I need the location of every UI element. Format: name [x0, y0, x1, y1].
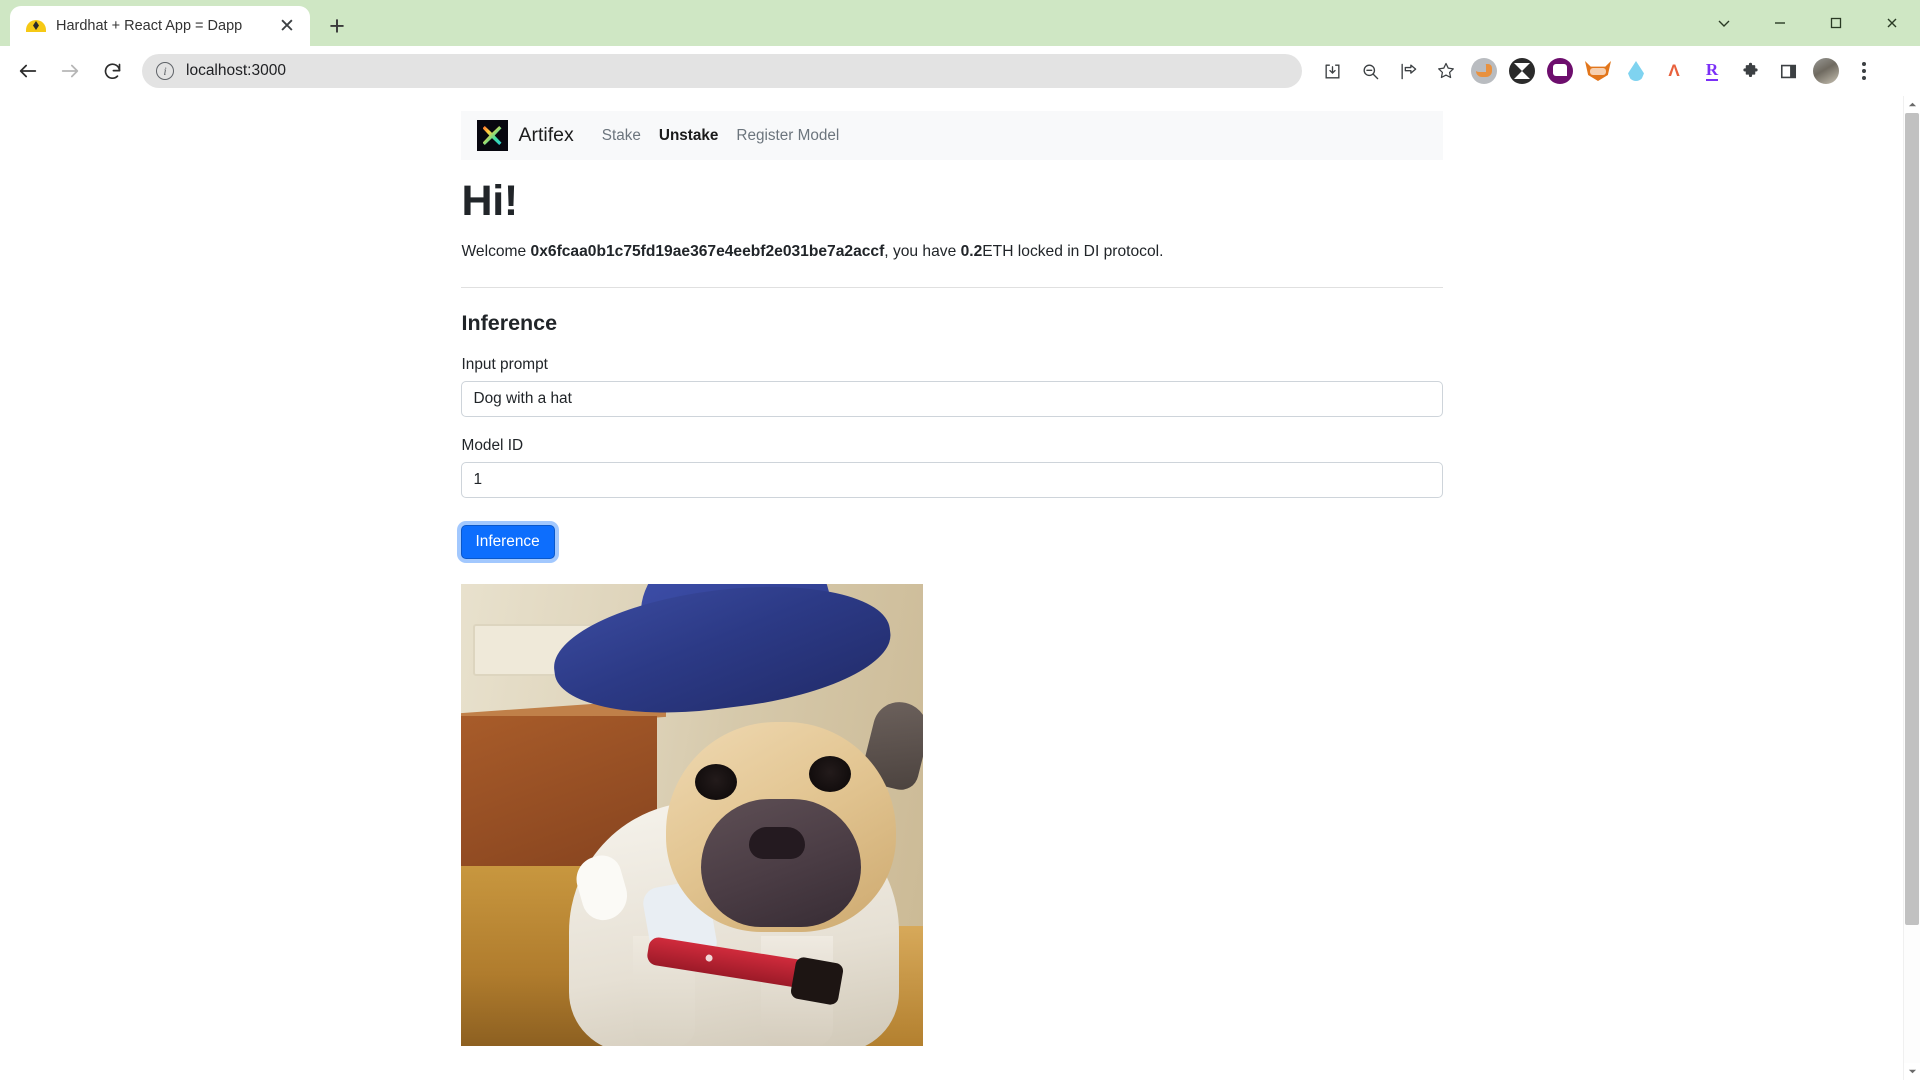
welcome-suffix: ETH locked in DI protocol. [982, 243, 1164, 260]
new-tab-button[interactable]: + [320, 9, 354, 43]
hardhat-icon [26, 16, 46, 36]
scroll-up-arrow-icon[interactable] [1904, 96, 1920, 113]
extensions-puzzle-icon[interactable] [1732, 53, 1768, 89]
brand-name: Artifex [518, 124, 574, 146]
page-container: Artifex Stake Unstake Register Model Hi!… [460, 96, 1443, 1046]
nav-link-register-model[interactable]: Register Model [727, 123, 848, 149]
inference-submit-button[interactable]: Inference [460, 525, 555, 559]
nav-link-unstake[interactable]: Unstake [650, 123, 728, 149]
share-icon[interactable] [1390, 53, 1426, 89]
browser-toolbar: i localhost:3000 Λ R [0, 46, 1920, 96]
toolbar-icons: Λ R [1314, 53, 1882, 89]
cat-extension-icon[interactable] [1466, 53, 1502, 89]
rabby-r-extension-icon[interactable]: R [1694, 53, 1730, 89]
argent-extension-icon[interactable]: Λ [1656, 53, 1692, 89]
page-title: Hi! [461, 177, 519, 225]
minimize-icon[interactable] [1752, 3, 1808, 43]
install-app-icon[interactable] [1314, 53, 1350, 89]
app-navbar: Artifex Stake Unstake Register Model [460, 111, 1443, 160]
maximize-icon[interactable] [1808, 3, 1864, 43]
scroll-down-arrow-icon[interactable] [1904, 1063, 1920, 1080]
argent-glyph: Λ [1668, 61, 1680, 80]
section-title: Inference [461, 311, 558, 335]
wallet-address: 0x6fcaa0b1c75fd19ae367e4eebf2e031be7a2ac… [530, 243, 885, 260]
water-drop-extension-icon[interactable] [1618, 53, 1654, 89]
metamask-fox-icon[interactable] [1580, 53, 1616, 89]
page-scrollbar[interactable] [1903, 96, 1920, 1080]
scrollbar-thumb[interactable] [1905, 113, 1919, 926]
browser-window: Hardhat + React App = Dapp ✕ + i localho… [0, 0, 1920, 1080]
browser-tab[interactable]: Hardhat + React App = Dapp ✕ [10, 6, 310, 46]
tab-search-chevron-down-icon[interactable] [1696, 3, 1752, 43]
side-panel-icon[interactable] [1770, 53, 1806, 89]
scrollbar-track[interactable] [1904, 113, 1920, 1063]
profile-avatar-icon[interactable] [1808, 53, 1844, 89]
address-bar[interactable]: i localhost:3000 [142, 54, 1302, 88]
close-window-icon[interactable] [1864, 3, 1920, 43]
address-bar-url: localhost:3000 [186, 62, 286, 79]
purple-chat-extension-icon[interactable] [1542, 53, 1578, 89]
browser-title-bar: Hardhat + React App = Dapp ✕ + [0, 0, 1920, 46]
site-info-icon[interactable]: i [156, 62, 174, 80]
generated-image [460, 584, 923, 1046]
close-tab-icon[interactable]: ✕ [274, 13, 300, 39]
web-page: Artifex Stake Unstake Register Model Hi!… [0, 96, 1903, 1080]
app-brand[interactable]: Artifex [476, 120, 574, 151]
model-id-field[interactable] [460, 462, 1443, 498]
window-controls [1696, 0, 1920, 46]
artifex-x-logo-icon [476, 120, 508, 151]
page-viewport: Artifex Stake Unstake Register Model Hi!… [0, 96, 1920, 1080]
chrome-menu-icon[interactable] [1846, 53, 1882, 89]
zoom-out-icon[interactable] [1352, 53, 1388, 89]
section-divider [460, 287, 1443, 288]
welcome-middle: , you have [884, 243, 961, 260]
input-prompt-field[interactable] [460, 381, 1443, 417]
input-prompt-label: Input prompt [461, 356, 548, 373]
bookmark-star-icon[interactable] [1428, 53, 1464, 89]
tab-title: Hardhat + React App = Dapp [56, 18, 243, 34]
dark-circle-extension-icon[interactable] [1504, 53, 1540, 89]
forward-arrow-icon[interactable] [50, 51, 90, 91]
welcome-prefix: Welcome [461, 243, 531, 260]
locked-amount: 0.2 [960, 243, 983, 260]
nav-link-stake[interactable]: Stake [593, 123, 650, 149]
reload-icon[interactable] [92, 51, 132, 91]
welcome-message: Welcome 0x6fcaa0b1c75fd19ae367e4eebf2e03… [461, 243, 1443, 261]
rabby-glyph: R [1705, 60, 1719, 81]
model-id-label: Model ID [461, 437, 524, 454]
back-arrow-icon[interactable] [8, 51, 48, 91]
